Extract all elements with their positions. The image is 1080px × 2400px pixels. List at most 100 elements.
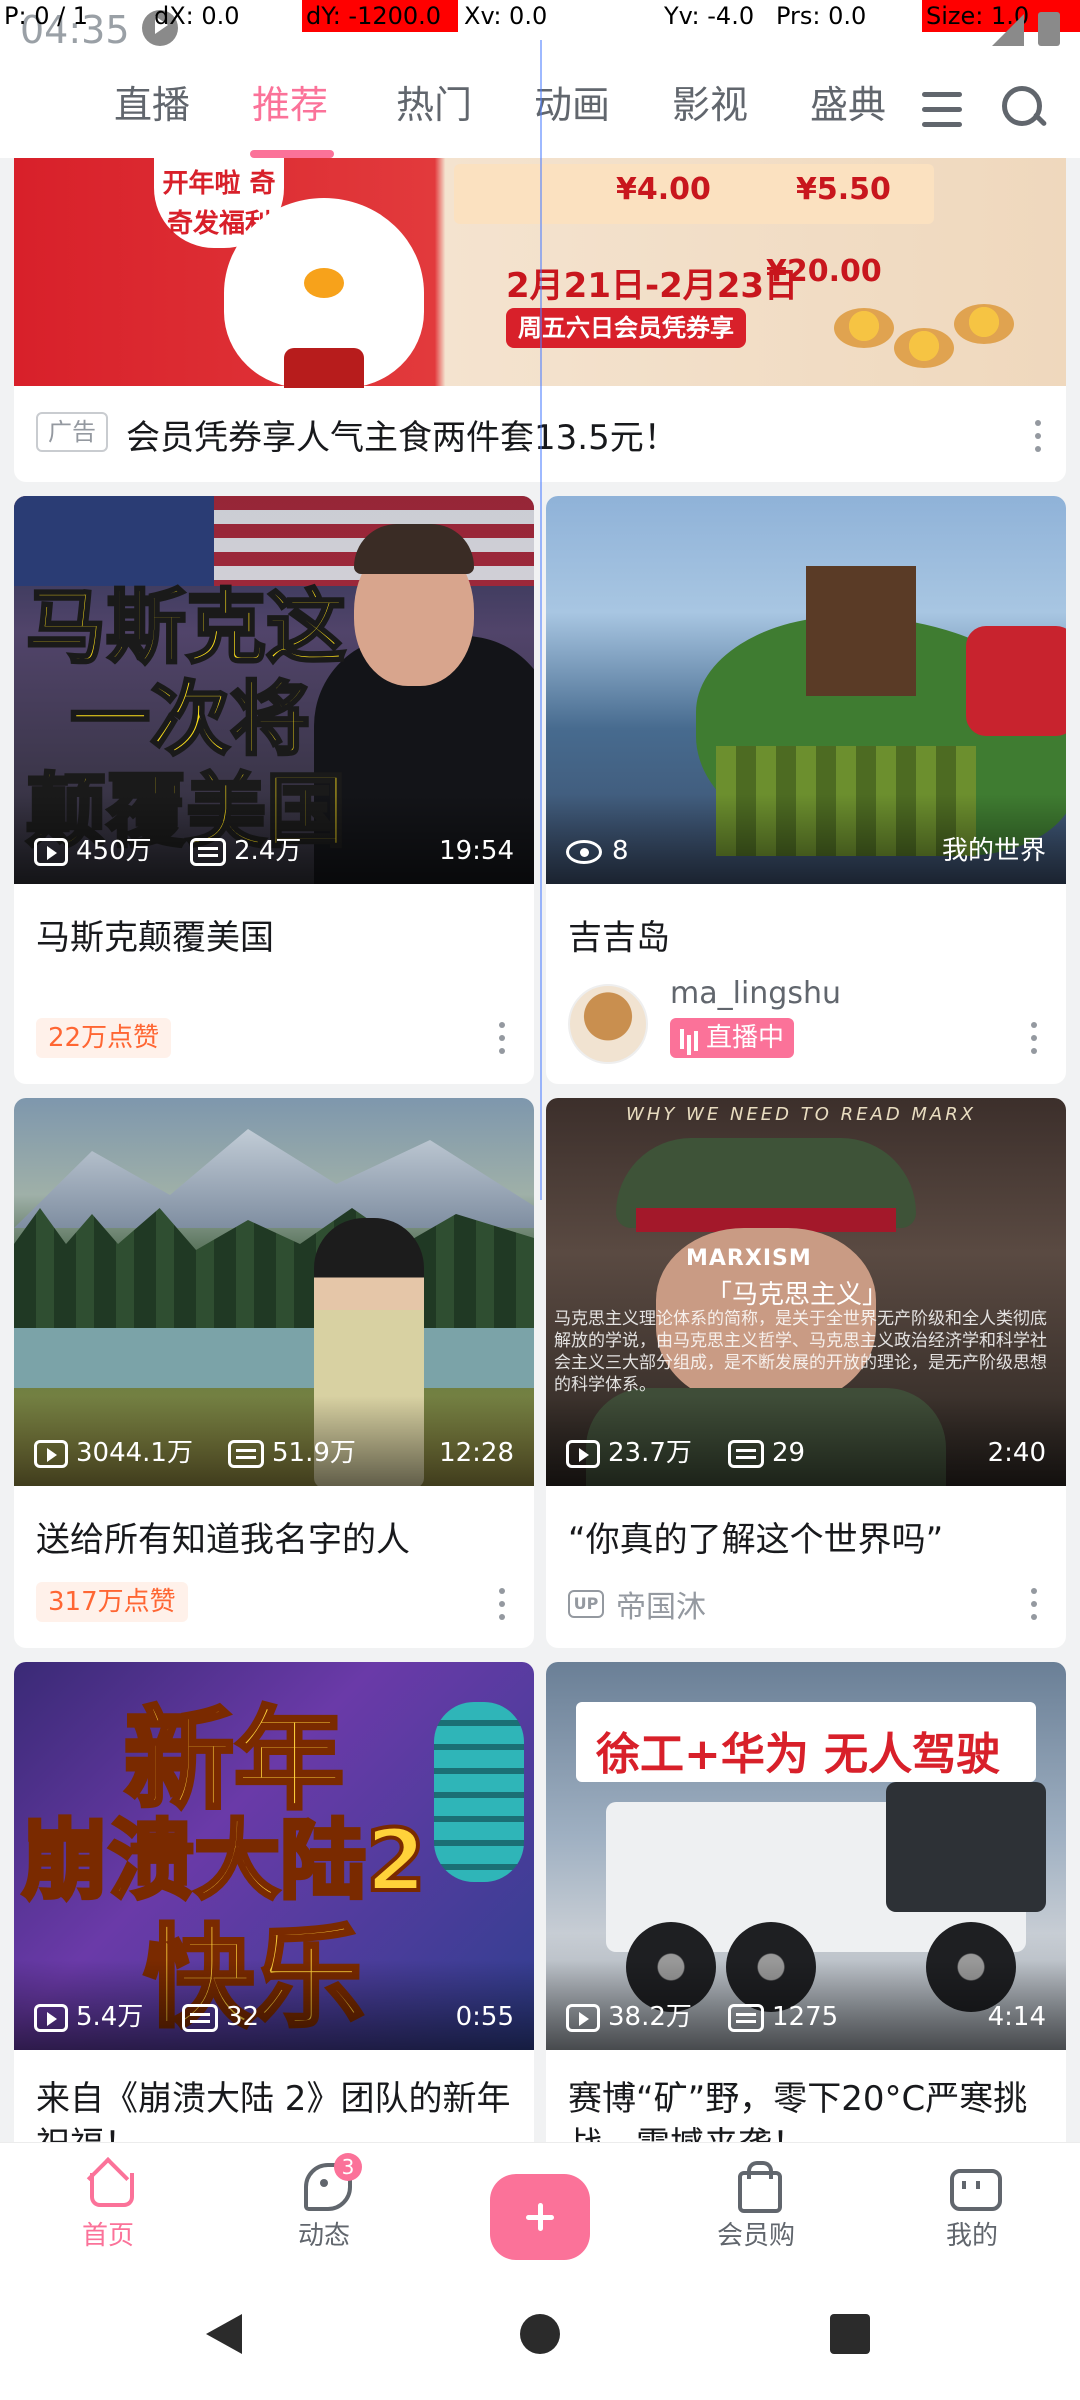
tart-illustration (894, 328, 954, 368)
back-icon[interactable] (206, 2314, 242, 2354)
video-duration: 12:28 (439, 1438, 514, 1468)
publish-plus-button[interactable] (490, 2174, 590, 2260)
tab-live[interactable]: 直播 (114, 74, 190, 129)
danmaku-icon (728, 1439, 764, 1468)
video-card[interactable]: WHY WE NEED TO READ MARX MARXISM 「马克思主义」… (546, 1098, 1066, 1648)
danmaku-count-value: 32 (226, 2002, 260, 2032)
lake-graphic (14, 1328, 534, 1388)
nav-mine[interactable]: 我的 (912, 2159, 1032, 2252)
video-duration: 19:54 (439, 836, 514, 866)
video-thumbnail[interactable]: 3044.1万 51.9万 12:28 (14, 1098, 534, 1486)
view-count-value: 23.7万 (608, 1438, 692, 1468)
system-nav-bar (0, 2264, 1080, 2400)
recent-apps-icon[interactable] (830, 2314, 870, 2354)
search-icon[interactable] (1002, 86, 1046, 130)
viewer-count: 8 (566, 834, 629, 868)
more-options-icon[interactable] (1028, 1588, 1038, 1624)
play-count-icon (34, 2003, 68, 2032)
debug-guide-line (540, 0, 542, 1200)
play-count-icon (566, 2003, 600, 2032)
video-card[interactable]: 新年 崩溃大陆2 快乐 5.4万 32 0:55 来自《崩溃大陆 2》团队的新年… (14, 1662, 534, 2162)
ad-title[interactable]: 会员凭券享人气主食两件套13.5元！ (126, 410, 678, 459)
danmaku-icon (228, 1439, 264, 1468)
video-title[interactable]: 马斯克颠覆美国 (36, 910, 274, 959)
view-count: 23.7万 (566, 1436, 692, 1470)
view-count-value: 38.2万 (608, 2002, 692, 2032)
tab-recommend[interactable]: 推荐 (252, 74, 328, 129)
uploader-name[interactable]: ma_lingshu (670, 976, 841, 1011)
view-count: 38.2万 (566, 2000, 692, 2034)
more-options-icon[interactable] (496, 1022, 506, 1058)
danmaku-count-value: 51.9万 (272, 1438, 356, 1468)
view-count-value: 450万 (76, 836, 152, 866)
tab-hot[interactable]: 热门 (396, 74, 472, 129)
danmaku-count: 1275 (728, 2000, 838, 2034)
tab-festival[interactable]: 盛典 (810, 74, 886, 129)
live-card[interactable]: 8 我的世界 吉吉岛 ma_lingshu 直播中 (546, 496, 1066, 1084)
more-options-icon[interactable] (1028, 1022, 1038, 1058)
live-bars-icon (680, 1028, 700, 1049)
avatar[interactable] (568, 984, 648, 1064)
notification-badge: 3 (334, 2153, 362, 2181)
danmaku-icon (190, 837, 226, 866)
status-bar: 04:35 P: 0 / 1 dX: 0.0 dY: -1200.0 Xv: 0… (0, 0, 1080, 52)
live-badge: 直播中 (670, 1018, 795, 1058)
view-count: 3044.1万 (34, 1436, 193, 1470)
like-badge: 22万点赞 (36, 1018, 172, 1058)
uploader-name[interactable]: 帝国沐 (616, 1582, 706, 1626)
video-card[interactable]: 徐工+华为 无人驾驶 38.2万 1275 4:14 赛博“矿”野，零下20°C… (546, 1662, 1066, 2162)
nav-home[interactable]: 首页 (48, 2159, 168, 2252)
tart-illustration (954, 304, 1014, 344)
video-title[interactable]: 吉吉岛 (568, 910, 670, 959)
view-count: 5.4万 (34, 2000, 143, 2034)
video-thumbnail[interactable]: WHY WE NEED TO READ MARX MARXISM 「马克思主义」… (546, 1098, 1066, 1486)
more-options-icon[interactable] (1032, 420, 1042, 456)
video-duration: 0:55 (455, 2002, 514, 2032)
nav-dynamic[interactable]: 3 动态 (264, 2153, 384, 2252)
video-duration: 4:14 (987, 2002, 1046, 2032)
view-count-value: 3044.1万 (76, 1438, 193, 1468)
home-button-icon[interactable] (520, 2314, 560, 2354)
truck-cab-graphic (886, 1782, 1046, 1912)
person-hair-graphic (354, 524, 474, 574)
ad-price-3: ¥20.00 (766, 254, 882, 289)
video-thumbnail[interactable]: 8 我的世界 (546, 496, 1066, 884)
thumbnail-caption-line: 马斯克这 (25, 580, 348, 675)
video-card[interactable]: 马斯克这 一次将 颠覆美国 450万 2.4万 19:54 马斯克颠覆美国 22… (14, 496, 534, 1084)
danmaku-count-value: 29 (772, 1438, 806, 1468)
nav-shop-label: 会员购 (716, 2221, 795, 2251)
video-thumbnail[interactable]: 新年 崩溃大陆2 快乐 5.4万 32 0:55 (14, 1662, 534, 2050)
up-icon: UP (568, 1590, 604, 1618)
nav-shop[interactable]: 会员购 (696, 2159, 816, 2252)
video-thumbnail[interactable]: 马斯克这 一次将 颠覆美国 450万 2.4万 19:54 (14, 496, 534, 884)
danmaku-icon (182, 2003, 218, 2032)
video-title[interactable]: 送给所有知道我名字的人 (36, 1512, 410, 1561)
video-card[interactable]: 3044.1万 51.9万 12:28 送给所有知道我名字的人 317万点赞 (14, 1098, 534, 1648)
danmaku-count: 2.4万 (190, 834, 301, 868)
tab-anime[interactable]: 动画 (534, 74, 610, 129)
debug-dy: dY: -1200.0 (302, 0, 458, 32)
danmaku-count: 51.9万 (228, 1436, 356, 1470)
ad-dates: 2月21日-2月23日 (506, 266, 799, 306)
tree-graphic (806, 566, 916, 696)
battery-icon (1038, 12, 1060, 46)
debug-xv: Xv: 0.0 (464, 2, 548, 30)
video-thumbnail[interactable]: 徐工+华为 无人驾驶 38.2万 1275 4:14 (546, 1662, 1066, 2050)
menu-icon[interactable] (922, 92, 962, 128)
flag-stars-graphic (14, 496, 214, 586)
live-badge-label: 直播中 (706, 1023, 785, 1053)
thumbnail-caption-line: 一次将 (69, 672, 312, 767)
thumbnail-caption: 徐工+华为 无人驾驶 (596, 1729, 1001, 1780)
thumbnail-title-en: MARXISM (686, 1246, 812, 1271)
thumbnail-title-cn: 「马克思主义」 (706, 1280, 889, 1310)
danmaku-icon (728, 2003, 764, 2032)
video-title[interactable]: “你真的了解这个世界吗” (568, 1512, 943, 1561)
play-count-icon (34, 1439, 68, 1468)
view-count: 450万 (34, 834, 152, 868)
nav-mine-label: 我的 (945, 2221, 998, 2251)
danmaku-count-value: 2.4万 (234, 836, 302, 866)
signal-icon (992, 14, 1024, 46)
more-options-icon[interactable] (496, 1588, 506, 1624)
tab-film[interactable]: 影视 (672, 74, 748, 129)
thumbnail-subtitle: 马克思主义理论体系的简称，是关于全世界无产阶级和全人类彻底解放的学说，由马克思主… (554, 1309, 1047, 1395)
